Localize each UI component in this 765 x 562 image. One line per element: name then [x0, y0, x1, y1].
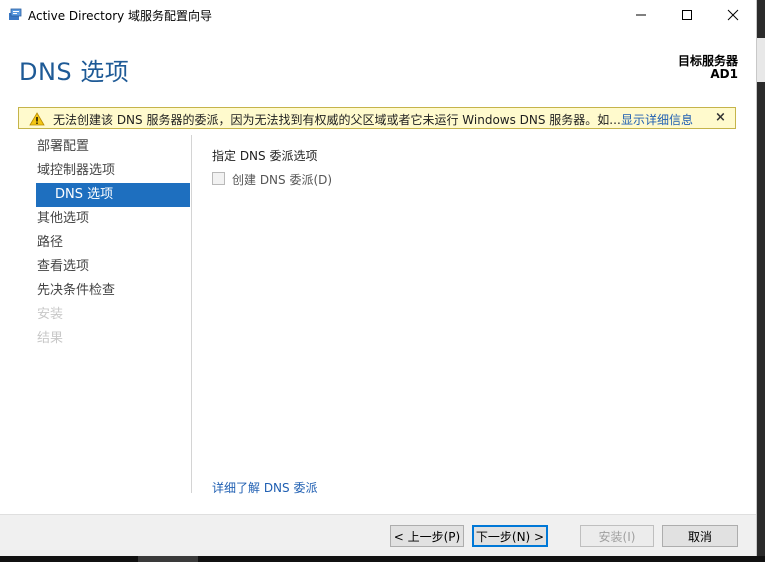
nav-item-installation: 安装 — [37, 307, 64, 322]
title-bar[interactable]: Active Directory 域服务配置向导 — [0, 0, 756, 29]
maximize-icon — [682, 9, 692, 20]
wizard-window: Active Directory 域服务配置向导 DNS 选项 目标服务器 AD… — [0, 0, 757, 557]
warning-icon — [29, 111, 45, 126]
cancel-button[interactable]: 取消 — [662, 525, 738, 547]
maximize-button[interactable] — [664, 0, 710, 29]
nav-item-deployment-config[interactable]: 部署配置 — [18, 135, 190, 159]
previous-button[interactable]: < 上一步(P) — [390, 525, 464, 547]
window-title: Active Directory 域服务配置向导 — [28, 9, 213, 23]
nav-item-review-options[interactable]: 查看选项 — [18, 255, 190, 279]
server-manager-icon — [8, 6, 24, 22]
minimize-button[interactable] — [618, 0, 664, 29]
nav-divider — [191, 135, 192, 493]
create-dns-delegation-label: 创建 DNS 委派(D) — [232, 173, 333, 187]
nav-item-additional-options[interactable]: 其他选项 — [18, 207, 190, 231]
close-icon — [727, 9, 739, 20]
taskbar-edge — [0, 556, 765, 562]
nav-item-dc-options[interactable]: 域控制器选项 — [18, 159, 190, 183]
nav-item-dns-options[interactable]: DNS 选项 — [36, 183, 190, 207]
nav-item-results: 结果 — [37, 331, 64, 346]
nav-item-prerequisites-check[interactable]: 先决条件检查 — [18, 279, 190, 303]
section-label: 指定 DNS 委派选项 — [212, 149, 318, 163]
warning-close-icon[interactable]: × — [715, 110, 726, 125]
wizard-nav: 部署配置 域控制器选项 DNS 选项 其他选项 路径 查看选项 先决条件检查 安… — [18, 135, 190, 351]
create-dns-delegation-checkbox[interactable] — [212, 172, 225, 185]
wizard-footer: < 上一步(P) 下一步(N) > 安装(I) 取消 — [0, 514, 756, 557]
learn-more-link[interactable]: 详细了解 DNS 委派 — [212, 479, 317, 496]
page-title: DNS 选项 — [19, 58, 130, 86]
warning-bar: 无法创建该 DNS 服务器的委派，因为无法找到有权威的父区域或者它未运行 Win… — [18, 107, 736, 129]
close-button[interactable] — [710, 0, 756, 29]
show-details-link[interactable]: 显示详细信息 — [621, 111, 693, 128]
minimize-icon — [636, 14, 646, 15]
background-window-edge — [757, 0, 765, 556]
target-server-name: AD1 — [710, 67, 738, 81]
next-button[interactable]: 下一步(N) > — [472, 525, 548, 547]
warning-message: 无法创建该 DNS 服务器的委派，因为无法找到有权威的父区域或者它未运行 Win… — [53, 113, 621, 127]
install-button: 安装(I) — [580, 525, 654, 547]
nav-item-paths[interactable]: 路径 — [18, 231, 190, 255]
